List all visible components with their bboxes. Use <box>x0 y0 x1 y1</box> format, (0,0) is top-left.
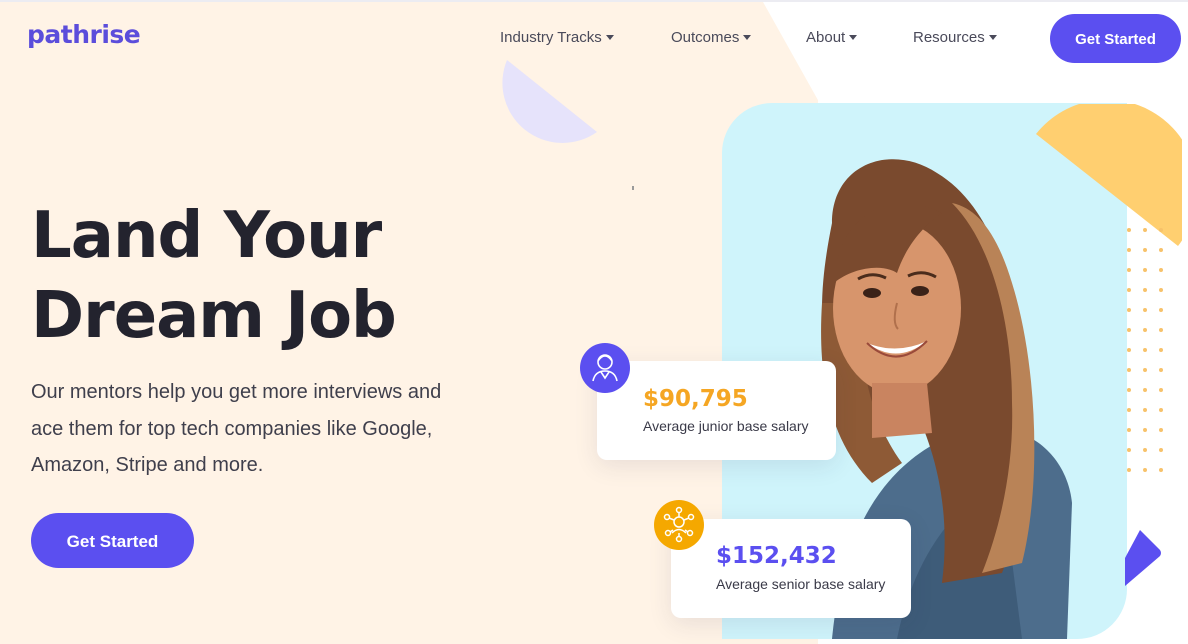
chevron-down-icon <box>849 34 858 40</box>
nav-industry-tracks[interactable]: Industry Tracks <box>500 29 614 46</box>
nav-item-label: Resources <box>913 29 985 46</box>
nav-item-label: Outcomes <box>671 29 740 46</box>
junior-salary-value: $90,795 <box>643 386 748 412</box>
hero-subtext: Our mentors help you get more interviews… <box>31 381 442 476</box>
headline-line-1: Land Your <box>31 199 382 273</box>
dot-grid-decoration <box>1127 228 1163 472</box>
top-divider <box>0 0 1188 2</box>
headline-line-2: Dream Job <box>31 276 397 356</box>
chevron-down-icon <box>605 34 614 40</box>
person-icon <box>580 343 630 393</box>
pathrise-logo[interactable]: pathrise <box>27 20 141 49</box>
chevron-down-icon <box>988 34 997 40</box>
chevron-down-icon <box>743 34 752 40</box>
nav-resources[interactable]: Resources <box>913 29 997 46</box>
junior-salary-card: $90,795 Average junior base salary <box>597 361 836 460</box>
nav-about[interactable]: About <box>806 29 858 46</box>
team-network-icon <box>654 500 704 550</box>
decorative-speck <box>632 186 634 190</box>
purple-semicircle-decoration <box>502 60 597 143</box>
hero-get-started-button[interactable]: Get Started <box>31 513 194 568</box>
senior-salary-label: Average senior base salary <box>716 576 886 592</box>
nav-item-label: About <box>806 29 846 46</box>
hero-headline: Land Your Dream Job <box>31 196 397 356</box>
nav-get-started-button[interactable]: Get Started <box>1050 14 1181 63</box>
junior-salary-label: Average junior base salary <box>643 418 809 434</box>
purple-shape-decoration <box>1125 530 1161 586</box>
nav-item-label: Industry Tracks <box>500 29 602 46</box>
senior-salary-value: $152,432 <box>716 543 837 569</box>
nav-outcomes[interactable]: Outcomes <box>671 29 752 46</box>
senior-salary-card: $152,432 Average senior base salary <box>671 519 911 618</box>
